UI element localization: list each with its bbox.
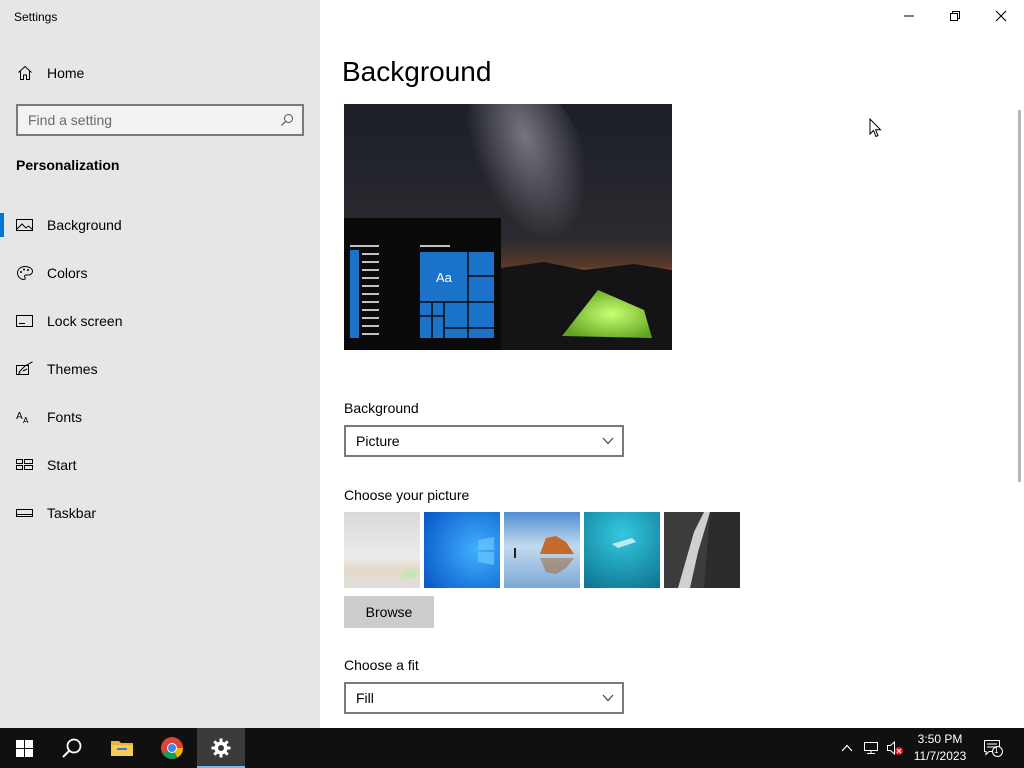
taskbar-icon [16,509,33,517]
desktop-preview: Aa [344,104,672,350]
sidebar-item-label: Colors [47,265,88,281]
show-hidden-icons-button[interactable] [838,738,856,758]
mouse-cursor-icon [869,118,882,138]
picture-thumb-image [664,512,740,588]
action-center-button[interactable]: 1 [982,738,1004,758]
volume-muted-icon [887,740,903,756]
chrome-icon [161,737,183,759]
lock-screen-icon [16,315,33,327]
minimize-icon [904,15,914,17]
clock-time: 3:50 PM [917,732,963,746]
browse-button[interactable]: Browse [344,596,434,628]
settings-icon [211,738,231,758]
sidebar-item-label: Fonts [47,409,83,425]
vertical-scrollbar[interactable] [1018,110,1021,482]
sidebar-item-label: Start [47,457,77,473]
restore-icon [950,11,960,21]
sidebar-item-background[interactable]: Background [0,207,320,243]
picture-thumb-glow-landscape[interactable] [344,512,420,588]
fonts-icon: A A [16,411,29,425]
start-icon [16,459,33,470]
preview-tile-label: Aa [436,270,452,285]
sidebar-item-lock-screen[interactable]: Lock screen [0,303,320,339]
background-dropdown[interactable]: Picture [344,425,624,457]
app-title: Settings [14,10,58,24]
chevron-down-icon [602,694,614,702]
picture-thumb-beach-rocks[interactable] [504,512,580,588]
preview-image [344,104,672,350]
picture-thumb-image [504,512,580,588]
sidebar-item-themes[interactable]: Themes [0,351,320,387]
picture-thumb-windows-blue[interactable] [424,512,500,588]
picture-thumb-underwater-swimmer[interactable] [584,512,660,588]
active-indicator [0,213,4,237]
sidebar-item-label: Themes [47,361,98,377]
sidebar-item-taskbar[interactable]: Taskbar [0,495,320,531]
fit-dropdown[interactable]: Fill [344,682,624,714]
sidebar-item-label: Background [47,217,122,233]
background-label: Background [344,400,419,416]
settings-taskbar-button[interactable] [197,728,245,768]
clock[interactable]: 3:50 PM 11/7/2023 [908,731,972,765]
network-tray-button[interactable] [862,738,880,758]
sidebar-item-colors[interactable]: Colors [0,255,320,291]
svg-text:A: A [23,416,29,425]
svg-text:A: A [16,411,23,422]
background-dropdown-value: Picture [356,433,400,449]
minimize-button[interactable] [886,0,932,32]
taskbar: 3:50 PM 11/7/2023 1 [0,728,1024,768]
search-box [16,104,304,136]
chevron-down-icon [602,437,614,445]
start-button[interactable] [0,728,48,768]
section-title: Personalization [16,157,120,173]
picture-icon [16,219,33,231]
clock-date: 11/7/2023 [913,749,967,763]
choose-picture-label: Choose your picture [344,487,470,503]
home-icon [18,65,32,80]
page-title: Background [342,56,492,87]
search-input[interactable] [18,106,268,134]
sidebar-item-label: Lock screen [47,313,123,329]
themes-icon [16,361,33,375]
volume-tray-button[interactable] [886,738,904,758]
notifications-icon [984,740,1003,757]
search-icon [62,738,82,758]
restore-button[interactable] [932,0,978,32]
chevron-up-icon [841,744,853,752]
sidebar: Settings Home Personalization Background… [0,0,320,728]
file-explorer-icon [111,741,133,756]
fit-dropdown-value: Fill [356,690,374,706]
close-icon [995,10,1007,22]
notification-count-badge: 1 [994,746,999,755]
windows-logo-icon [15,739,33,757]
close-button[interactable] [978,0,1024,32]
choose-fit-label: Choose a fit [344,657,419,673]
sidebar-item-start[interactable]: Start [0,447,320,483]
picture-thumb-image [584,512,660,588]
picture-thumb-rock-waterfall[interactable] [664,512,740,588]
taskbar-search-button[interactable] [48,728,96,768]
picture-thumb-image [424,512,500,588]
search-icon[interactable] [280,113,294,127]
nav-home-label: Home [47,65,85,81]
picture-thumb-image [344,512,420,588]
file-explorer-button[interactable] [98,728,146,768]
sidebar-item-fonts[interactable]: A A Fonts [0,399,320,435]
sidebar-item-label: Taskbar [47,505,97,521]
chrome-button[interactable] [148,728,196,768]
network-icon [864,742,878,754]
palette-icon [16,265,34,281]
nav-home[interactable]: Home [0,58,320,88]
